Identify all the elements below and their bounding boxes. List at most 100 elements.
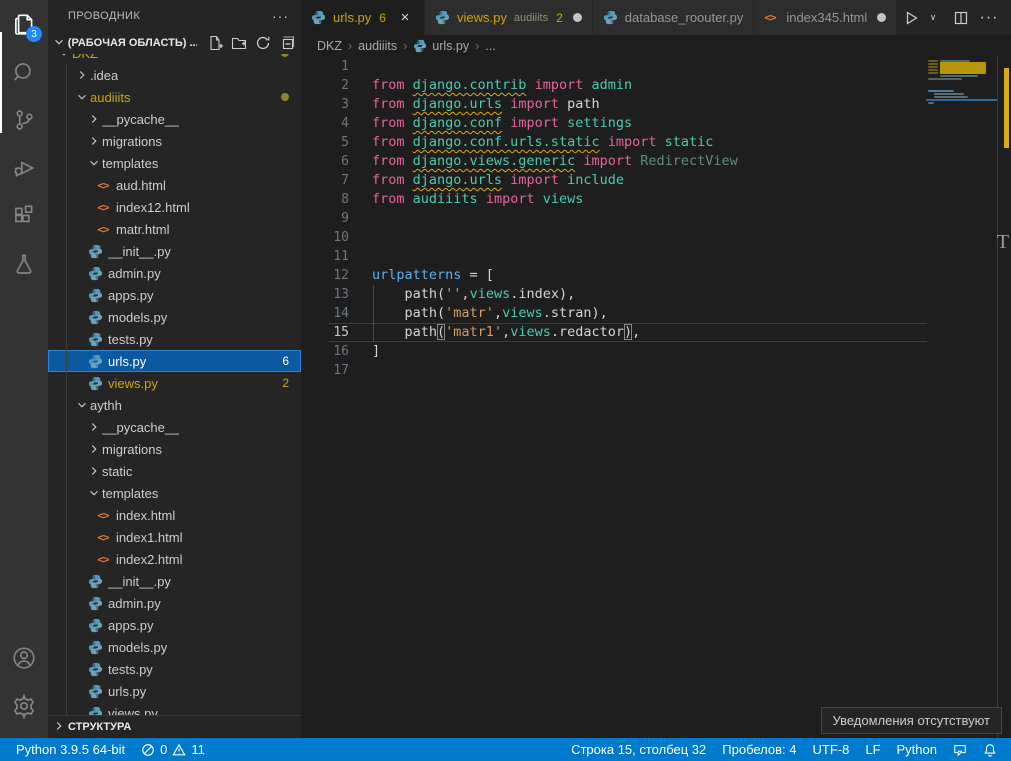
editor-scrollbar[interactable]: T <box>997 57 1011 738</box>
tree-item-migrations[interactable]: migrations <box>48 438 301 460</box>
split-editor-icon[interactable] <box>949 6 973 30</box>
tree-item-pycache[interactable]: __pycache__ <box>48 108 301 130</box>
line-number[interactable]: 12 <box>301 266 349 285</box>
tree-item-aud-html[interactable]: <>aud.html <box>48 174 301 196</box>
tree-item-index1-html[interactable]: <>index1.html <box>48 526 301 548</box>
tree-item-urls-py[interactable]: urls.py6 <box>48 350 301 372</box>
tree-item-templates[interactable]: templates <box>48 152 301 174</box>
editor-more-icon[interactable]: ··· <box>977 6 1001 30</box>
line-number[interactable]: 2 <box>301 76 349 95</box>
code-line-13[interactable]: 13 path('',views.index), <box>301 285 1011 304</box>
tree-item-aythh[interactable]: aythh <box>48 394 301 416</box>
tree-item-index2-html[interactable]: <>index2.html <box>48 548 301 570</box>
language-mode[interactable]: Python <box>891 738 943 761</box>
code-line-12[interactable]: 12urlpatterns = [ <box>301 266 1011 285</box>
tree-item-pycache[interactable]: __pycache__ <box>48 416 301 438</box>
breadcrumb-item-audiiits[interactable]: audiiits <box>358 39 397 53</box>
python-interpreter[interactable]: Python 3.9.5 64-bit <box>10 738 131 761</box>
tree-item-dkz[interactable]: DKZ <box>48 54 301 64</box>
tree-item-init-py[interactable]: __init__.py <box>48 570 301 592</box>
line-number[interactable]: 9 <box>301 209 349 228</box>
workspace-section-header[interactable]: (РАБОЧАЯ ОБЛАСТЬ) ... <box>48 32 301 54</box>
run-dropdown-icon[interactable]: ∨ <box>921 6 945 30</box>
run-button[interactable] <box>899 6 923 30</box>
line-number[interactable]: 14 <box>301 304 349 323</box>
indentation-setting[interactable]: Пробелов: 4 <box>716 738 802 761</box>
code-line-14[interactable]: 14 path('matr',views.stran), <box>301 304 1011 323</box>
encoding-setting[interactable]: UTF-8 <box>807 738 856 761</box>
code-line-5[interactable]: 5from django.conf.urls.static import sta… <box>301 133 1011 152</box>
line-number[interactable]: 13 <box>301 285 349 304</box>
line-number[interactable]: 17 <box>301 361 349 380</box>
code-line-16[interactable]: 16] <box>301 342 1011 361</box>
line-number[interactable]: 6 <box>301 152 349 171</box>
tree-item-urls-py[interactable]: urls.py <box>48 680 301 702</box>
minimap[interactable] <box>926 57 997 738</box>
cursor-position[interactable]: Строка 15, столбец 32 <box>565 738 712 761</box>
line-number[interactable]: 16 <box>301 342 349 361</box>
modified-dot-icon[interactable] <box>573 13 582 22</box>
code-line-8[interactable]: 8from audiiits import views <box>301 190 1011 209</box>
line-number[interactable]: 8 <box>301 190 349 209</box>
tree-item-tests-py[interactable]: tests.py <box>48 658 301 680</box>
modified-dot-icon[interactable] <box>877 13 886 22</box>
breadcrumb-item-dkz[interactable]: DKZ <box>317 39 342 53</box>
tab-views-py[interactable]: views.pyaudiiits2 <box>425 0 593 35</box>
new-folder-icon[interactable] <box>231 35 247 51</box>
tree-item-static[interactable]: static <box>48 460 301 482</box>
line-number[interactable]: 7 <box>301 171 349 190</box>
tree-item-admin-py[interactable]: admin.py <box>48 262 301 284</box>
search-icon[interactable] <box>0 48 48 96</box>
sidebar-more-icon[interactable]: ··· <box>272 8 289 24</box>
tree-item-apps-py[interactable]: apps.py <box>48 284 301 306</box>
code-line-2[interactable]: 2from django.contrib import admin <box>301 76 1011 95</box>
accounts-icon[interactable] <box>0 634 48 682</box>
extensions-icon[interactable] <box>0 192 48 240</box>
code-line-10[interactable]: 10 <box>301 228 1011 247</box>
line-number[interactable]: 5 <box>301 133 349 152</box>
code-editor[interactable]: 12from django.contrib import admin3from … <box>301 57 1011 738</box>
breadcrumb-item-[interactable]: ... <box>485 39 495 53</box>
breadcrumb-item-urls-py[interactable]: urls.py <box>413 39 469 53</box>
tree-item-migrations[interactable]: migrations <box>48 130 301 152</box>
tab-urls-py[interactable]: urls.py6× <box>301 0 425 35</box>
code-line-7[interactable]: 7from django.urls import include <box>301 171 1011 190</box>
tree-item-init-py[interactable]: __init__.py <box>48 240 301 262</box>
code-line-11[interactable]: 11 <box>301 247 1011 266</box>
tree-item-models-py[interactable]: models.py <box>48 306 301 328</box>
code-line-3[interactable]: 3from django.urls import path <box>301 95 1011 114</box>
explorer-icon[interactable]: 3 <box>0 0 48 48</box>
tree-item-idea[interactable]: .idea <box>48 64 301 86</box>
close-icon[interactable]: × <box>396 9 414 26</box>
line-number[interactable]: 4 <box>301 114 349 133</box>
tree-item-apps-py[interactable]: apps.py <box>48 614 301 636</box>
tree-item-audiiits[interactable]: audiiits <box>48 86 301 108</box>
code-line-17[interactable]: 17 <box>301 361 1011 380</box>
settings-gear-icon[interactable] <box>0 682 48 730</box>
code-line-15[interactable]: 15 path('matr1',views.redactor), <box>301 323 1011 342</box>
tree-item-index12-html[interactable]: <>index12.html <box>48 196 301 218</box>
feedback-icon[interactable] <box>947 738 973 761</box>
tree-item-views-py[interactable]: views.py2 <box>48 372 301 394</box>
code-line-6[interactable]: 6from django.views.generic import Redire… <box>301 152 1011 171</box>
line-number[interactable]: 15 <box>301 323 349 342</box>
line-number[interactable]: 10 <box>301 228 349 247</box>
tree-item-index-html[interactable]: <>index.html <box>48 504 301 526</box>
tree-item-admin-py[interactable]: admin.py <box>48 592 301 614</box>
code-line-1[interactable]: 1 <box>301 57 1011 76</box>
eol-setting[interactable]: LF <box>859 738 886 761</box>
line-number[interactable]: 3 <box>301 95 349 114</box>
line-number[interactable]: 11 <box>301 247 349 266</box>
refresh-icon[interactable] <box>255 35 271 51</box>
new-file-icon[interactable] <box>207 35 223 51</box>
collapse-all-icon[interactable] <box>279 35 295 51</box>
tree-item-views-py[interactable]: views.py <box>48 702 301 715</box>
code-line-4[interactable]: 4from django.conf import settings <box>301 114 1011 133</box>
tree-item-matr-html[interactable]: <>matr.html <box>48 218 301 240</box>
line-number[interactable]: 1 <box>301 57 349 76</box>
tree-item-tests-py[interactable]: tests.py <box>48 328 301 350</box>
problems-indicator[interactable]: 0 11 <box>135 738 211 761</box>
testing-icon[interactable] <box>0 240 48 288</box>
tab-index345-html[interactable]: <>index345.html <box>754 0 897 35</box>
run-debug-icon[interactable] <box>0 144 48 192</box>
